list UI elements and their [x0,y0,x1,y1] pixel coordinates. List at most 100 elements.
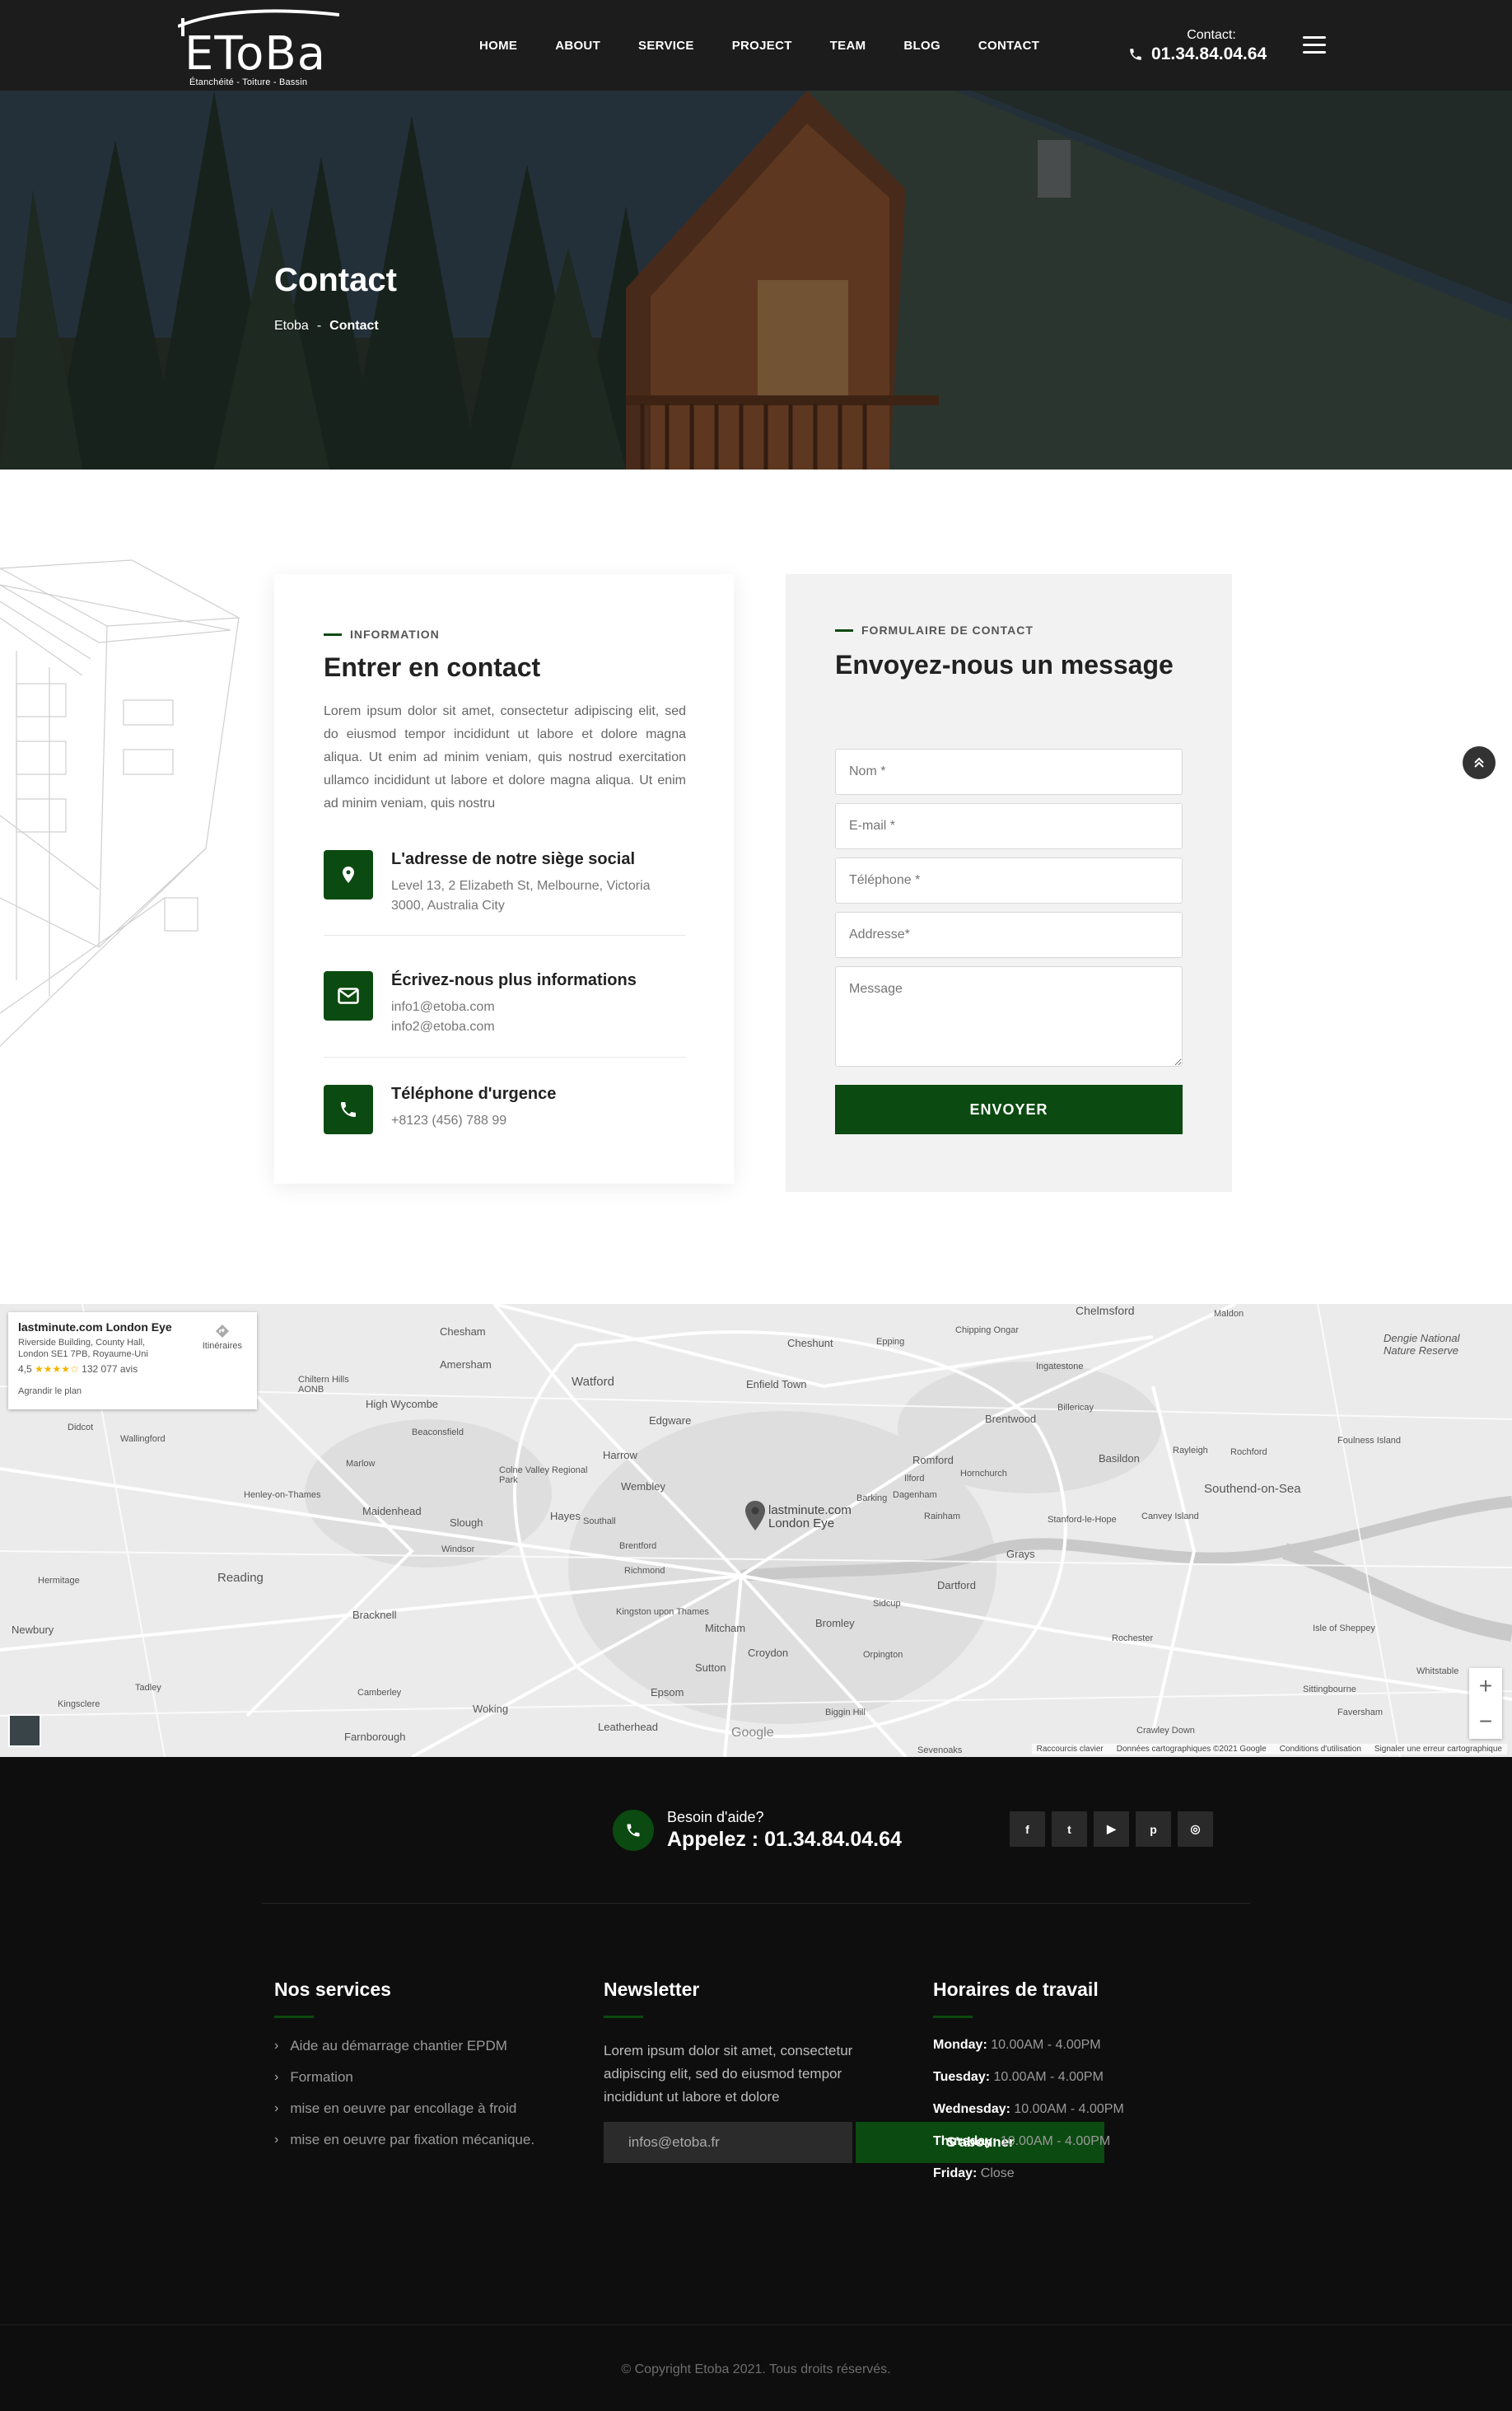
map-place-label: Bracknell [352,1609,397,1621]
phone-field[interactable] [835,857,1183,904]
map-place-label: Slough [450,1516,483,1529]
nav-blog[interactable]: BLOG [903,39,940,53]
map-place-label: Brentwood [985,1413,1037,1425]
message-field[interactable] [835,966,1183,1067]
map-attr-report[interactable]: Signaler une erreur cartographique [1374,1745,1502,1754]
footer-divider [262,1903,1250,1904]
map-place-label: Chipping Ongar [955,1325,1020,1335]
nav-home[interactable]: HOME [479,39,517,53]
social-links: f t ▶ p ◎ [1010,1811,1213,1847]
info-address-text: Level 13, 2 Elizabeth St, Melbourne, Vic… [391,876,679,916]
enlarge-map-link[interactable]: Agrandir le plan [18,1386,247,1396]
help-phone[interactable]: Appelez : 01.34.84.04.64 [667,1828,902,1852]
map-place-label: Camberley [357,1688,402,1698]
nav-service[interactable]: SERVICE [638,39,694,53]
hours-item: Wednesday: 10.00AM - 4.00PM [933,2102,1124,2116]
info-email-2[interactable]: info2@etoba.com [391,1017,679,1037]
breadcrumb-home[interactable]: Etoba [274,319,309,334]
zoom-out-button[interactable]: − [1469,1703,1502,1739]
info-eyebrow-label: INFORMATION [350,628,440,641]
map-place-label: High Wycombe [366,1398,439,1410]
map-place-label: Chesham [440,1325,486,1338]
site-logo[interactable]: EToBa Étanchéité - Toiture - Bassin [178,7,339,87]
nav-about[interactable]: ABOUT [555,39,600,53]
map-marker-icon[interactable] [744,1501,766,1530]
map-place-label: Maldon [1214,1309,1244,1319]
hours-item: Thursday: 10.00AM - 4.00PM [933,2134,1111,2148]
facebook-icon[interactable]: f [1010,1811,1045,1847]
email-field[interactable] [835,803,1183,849]
map-place-label: Sevenoaks [917,1745,963,1755]
map-place-label: Sittingbourne [1303,1684,1356,1694]
logo-tagline: Étanchéité - Toiture - Bassin [189,77,308,87]
nav-team[interactable]: TEAM [830,39,866,53]
breadcrumb-current: Contact [329,319,379,333]
map-place-label: Maidenhead [362,1505,422,1517]
form-eyebrow: FORMULAIRE DE CONTACT [835,624,1034,637]
address-field[interactable] [835,912,1183,958]
breadcrumb: Etoba - Contact [274,319,379,334]
scroll-to-top-button[interactable] [1463,746,1496,779]
map-attr-terms[interactable]: Conditions d'utilisation [1280,1745,1361,1754]
map-attribution: Raccourcis clavier Données cartographiqu… [1031,1744,1507,1755]
map-place-address: Riverside Building, County Hall, London … [18,1338,148,1359]
rating-value: 4,5 [18,1363,32,1375]
youtube-icon[interactable]: ▶ [1094,1811,1129,1847]
map-place-label: Foulness Island [1337,1436,1402,1446]
map-place-label: Southall [583,1516,616,1526]
map-place-label: Watford [572,1375,614,1389]
map-place-label: Cheshunt [787,1337,833,1349]
phone-ring-icon [324,1085,373,1134]
services-item[interactable]: › Formation [274,2069,534,2086]
rating-stars-icon: ★★★★☆ [35,1363,79,1375]
menu-icon[interactable] [1303,36,1326,56]
divider [324,1057,686,1058]
page-title: Contact [274,262,397,298]
phone-icon [1130,49,1141,60]
phone-icon [613,1810,654,1851]
page-hero: Contact Etoba - Contact [0,91,1512,470]
hours-item: Tuesday: 10.00AM - 4.00PM [933,2070,1104,2084]
map-place-label: Dartford [937,1579,976,1591]
directions-button[interactable]: Itinéraires [203,1324,242,1351]
header-phone[interactable]: 01.34.84.04.64 [1128,44,1276,64]
map-place-label: Canvey Island [1141,1512,1199,1521]
eyebrow-dash [324,633,342,636]
pinterest-icon[interactable]: p [1136,1811,1171,1847]
map-place-label: Billericay [1057,1403,1094,1413]
map-place-label: Colne Valley Regional Park [499,1465,588,1485]
send-button[interactable]: ENVOYER [835,1085,1183,1134]
services-item[interactable]: › mise en oeuvre par encollage à froid [274,2100,534,2117]
nav-contact[interactable]: CONTACT [978,39,1039,53]
newsletter-email-input[interactable] [604,2122,852,2163]
services-item[interactable]: › mise en oeuvre par fixation mécanique. [274,2132,534,2148]
info-phone-number[interactable]: +8123 (456) 788 99 [391,1111,679,1131]
info-email-1[interactable]: info1@etoba.com [391,998,679,1017]
info-email-title: Écrivez-nous plus informations [391,971,637,989]
info-address-title: L'adresse de notre siège social [391,850,635,868]
name-field[interactable] [835,749,1183,795]
map-place-label: Stanford-le-Hope [1048,1515,1117,1525]
map-place-label: Southend-on-Sea [1204,1482,1301,1496]
info-address-line1: Level 13, 2 Elizabeth St, Melbourne, Vic… [391,879,651,893]
services-item[interactable]: › Aide au démarrage chantier EPDM [274,2038,534,2054]
info-email-text: info1@etoba.com info2@etoba.com [391,998,679,1037]
hours-list: Monday: 10.00AM - 4.00PM Tuesday: 10.00A… [933,2038,1124,2181]
map-marker-label-2: London Eye [768,1516,835,1530]
twitter-icon[interactable]: t [1052,1811,1087,1847]
map-place-label: Crawley Down [1136,1726,1195,1736]
map-place-label: Isle of Sheppey [1313,1624,1375,1633]
nav-project[interactable]: PROJECT [732,39,792,53]
map-place-label: Kingston upon Thames [616,1607,709,1617]
google-map[interactable]: Chelmsford Chesham Amersham Watford Enfi… [0,1304,1512,1757]
map-place-label: Grays [1006,1548,1035,1560]
map-attr-shortcuts[interactable]: Raccourcis clavier [1037,1745,1104,1754]
eyebrow-dash [835,628,853,632]
map-place-label: Rochester [1112,1633,1154,1643]
info-eyebrow: INFORMATION [324,628,440,641]
instagram-icon[interactable]: ◎ [1178,1811,1213,1847]
header-contact-label: Contact: [1187,28,1236,42]
zoom-in-button[interactable]: + [1469,1668,1502,1703]
map-satellite-toggle[interactable] [8,1714,41,1747]
rating-reviews[interactable]: 132 077 avis [82,1363,138,1375]
